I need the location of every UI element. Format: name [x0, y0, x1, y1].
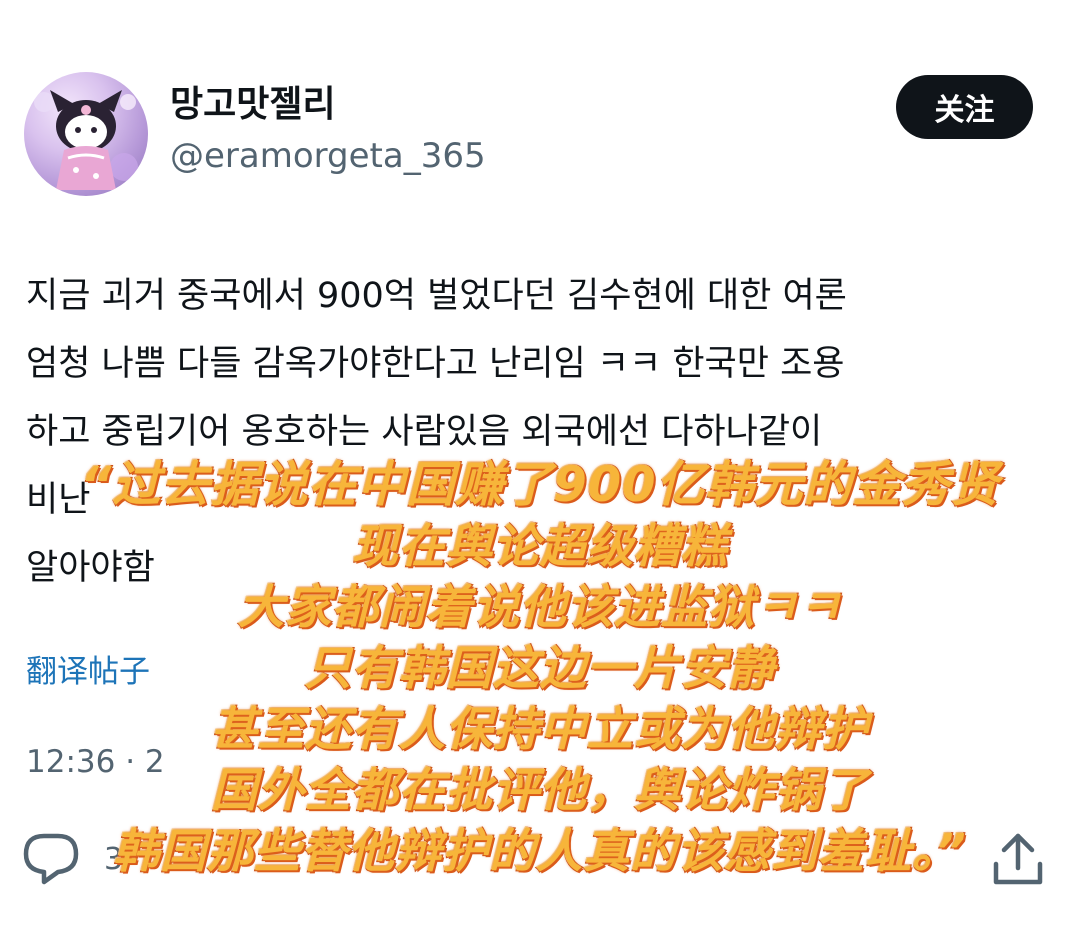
user-info: 망고맛젤리 @eramorgeta_365 [170, 82, 486, 184]
caption-line: “过去据说在中国赚了900亿韩元的金秀贤 [79, 456, 1000, 514]
tweet-screenshot: 망고맛젤리 @eramorgeta_365 关注 지금 괴거 중국에서 900억… [0, 0, 1080, 950]
caption-line: 现在舆论超级糟糕 [351, 518, 728, 574]
display-name[interactable]: 망고맛젤리 [170, 82, 486, 128]
caption-line: 大家都闹着说他该进监狱ㅋㅋ [237, 579, 842, 635]
caption-line: 甚至还有人保持中立或为他辩护 [210, 701, 869, 757]
tweet-line: 지금 괴거 중국에서 900억 벌었다던 김수현에 대한 여론 [26, 276, 847, 316]
follow-button[interactable]: 关注 [896, 75, 1033, 139]
caption-line: 国外全都在批评他，舆论炸锅了 [210, 762, 869, 818]
caption-line: 只有韩国这边一片安静 [304, 640, 775, 696]
avatar-image [34, 90, 138, 190]
avatar[interactable] [24, 72, 148, 196]
translation-caption-overlay: “过去据说在中国赚了900亿韩元的金秀贤 现在舆论超级糟糕 大家都闹着说他该进监… [0, 455, 1080, 882]
user-handle[interactable]: @eramorgeta_365 [170, 128, 486, 184]
tweet-line: 엄청 나쁨 다들 감옥가야한다고 난리임 ㅋㅋ 한국만 조용 [26, 344, 845, 384]
caption-line: 韩国那些替他辩护的人真的该感到羞耻。” [112, 823, 967, 879]
